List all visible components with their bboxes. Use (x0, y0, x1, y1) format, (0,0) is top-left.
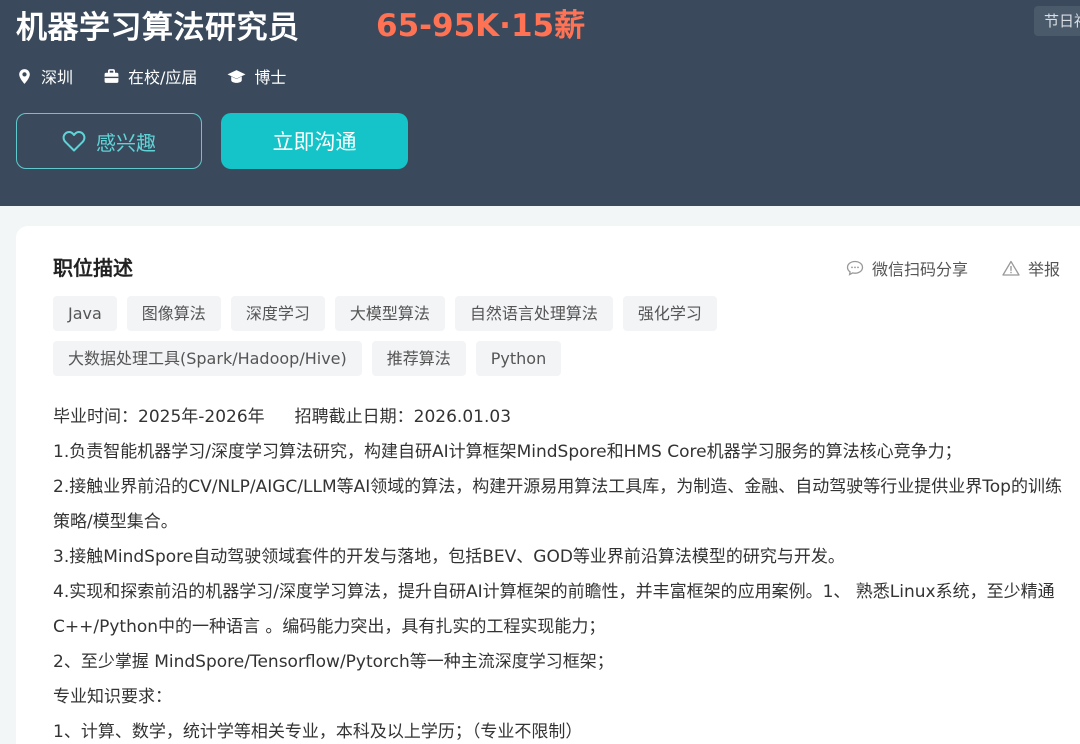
report-button[interactable]: 举报 (1002, 256, 1060, 280)
application-deadline: 招聘截止日期：2026.01.03 (294, 407, 512, 427)
skill-tag: 图像算法 (126, 296, 221, 331)
interest-button-label: 感兴趣 (96, 130, 156, 155)
description-line: 1.负责智能机器学习/深度学习算法研究，构建自研AI计算框架MindSpore和… (53, 442, 962, 462)
skill-tags: Java 图像算法 深度学习 大模型算法 自然语言处理算法 强化学习 大数据处理… (53, 296, 813, 386)
skill-tag: 大数据处理工具(Spark/Hadoop/Hive) (53, 341, 362, 376)
chat-bubble-icon (846, 260, 864, 276)
card-actions: 微信扫码分享 举报 (846, 256, 1060, 280)
skill-tag: 自然语言处理算法 (454, 296, 613, 331)
skill-tag: 推荐算法 (371, 341, 466, 376)
job-description-text: 毕业时间：2025年-2026年 招聘截止日期：2026.01.03 1.负责智能… (53, 400, 1073, 744)
chat-now-button[interactable]: 立即沟通 (221, 113, 408, 169)
briefcase-icon (104, 68, 119, 83)
description-line: 4.实现和探索前沿的机器学习/深度学习算法，提升自研AI计算框架的前瞻性，并丰富… (53, 582, 1055, 637)
job-title: 机器学习算法研究员 (16, 10, 300, 46)
report-label: 举报 (1028, 260, 1061, 279)
job-description-card: 职位描述 微信扫码分享 举报 Java 图像算法 深度学习 大模型算法 自然语言… (16, 226, 1080, 744)
description-line: 1、计算、数学，统计学等相关专业，本科及以上学历；（专业不限制） (53, 722, 583, 742)
description-line: 3.接触MindSpore自动驾驶领域套件的开发与落地，包括BEV、GOD等业界… (53, 547, 845, 567)
meta-degree-text: 博士 (254, 68, 287, 87)
share-wechat-button[interactable]: 微信扫码分享 (846, 256, 968, 280)
graduation-cap-icon (227, 69, 246, 83)
skill-tag: 大模型算法 (334, 296, 445, 331)
interest-button[interactable]: 感兴趣 (16, 113, 202, 169)
meta-degree: 博士 (227, 64, 286, 88)
dates-line: 毕业时间：2025年-2026年 招聘截止日期：2026.01.03 (53, 400, 1073, 435)
job-meta: 深圳 在校/应届 博士 (16, 64, 316, 88)
meta-location: 深圳 (16, 64, 73, 88)
description-line: 2、至少掌握 MindSpore/Tensorflow/Pytorch等一种主流… (53, 652, 614, 672)
meta-experience-text: 在校/应届 (128, 68, 198, 87)
share-wechat-label: 微信扫码分享 (872, 260, 969, 279)
description-line: 2.接触业界前沿的CV/NLP/AIGC/LLM等AI领域的算法，构建开源易用算… (53, 477, 1062, 532)
section-title: 职位描述 (53, 256, 133, 280)
warning-triangle-icon (1002, 260, 1020, 276)
welfare-badge[interactable]: 节日福利 (1034, 6, 1080, 36)
meta-location-text: 深圳 (41, 68, 74, 87)
skill-tag: Java (53, 296, 117, 331)
job-header: 机器学习算法研究员 65-95K·15薪 节日福利 深圳 在校/应届 博士 (0, 0, 1080, 206)
heart-icon (62, 131, 86, 152)
description-line: 专业知识要求： (53, 687, 172, 707)
skill-tag: 深度学习 (230, 296, 325, 331)
graduation-time: 毕业时间：2025年-2026年 (53, 407, 265, 427)
salary: 65-95K·15薪 (376, 8, 586, 44)
skill-tag: Python (475, 341, 562, 376)
skill-tag: 强化学习 (622, 296, 717, 331)
map-pin-icon (19, 68, 30, 84)
meta-experience: 在校/应届 (103, 64, 197, 88)
